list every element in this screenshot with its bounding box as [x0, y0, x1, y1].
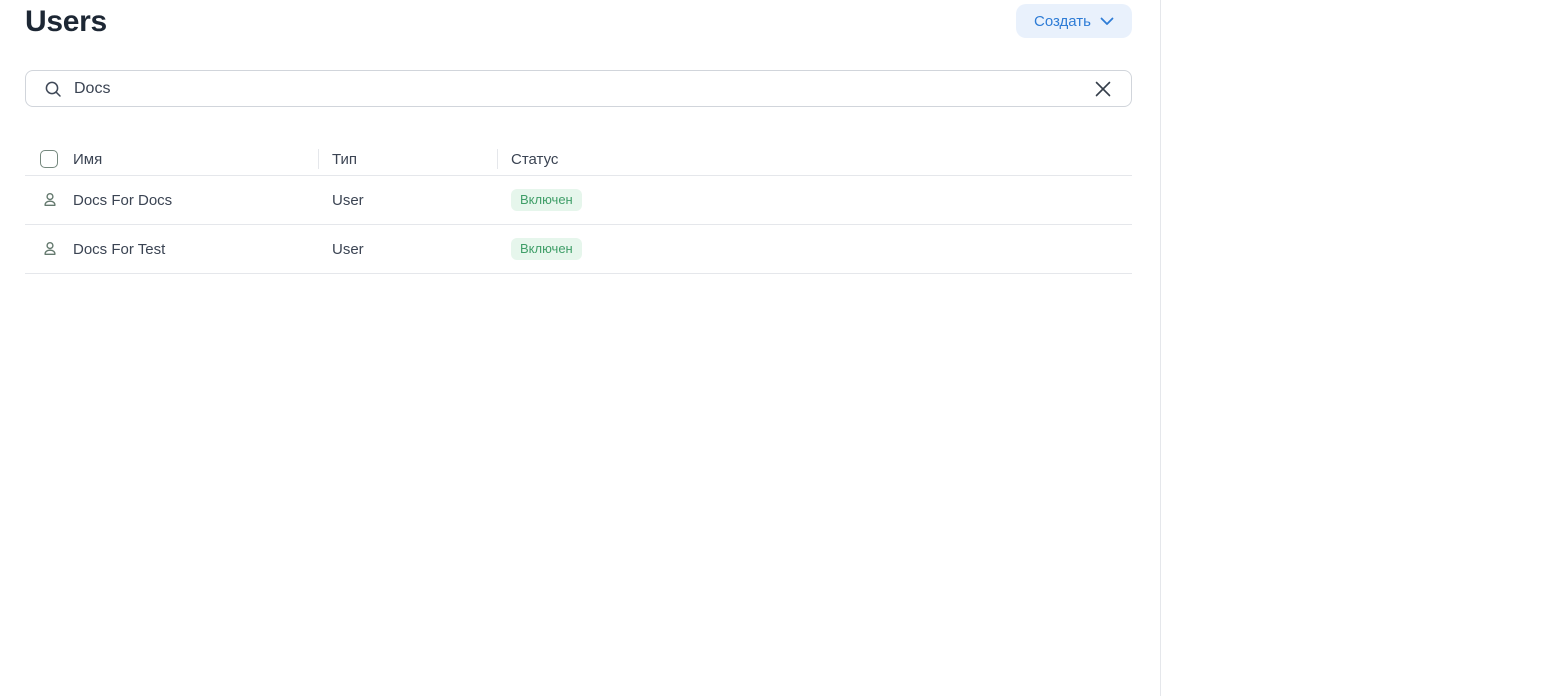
cell-status: Включен — [497, 238, 1132, 260]
cell-name: Docs For Test — [25, 241, 318, 258]
column-name: Имя — [25, 150, 318, 168]
column-header-type: Тип — [332, 151, 357, 168]
table-body: Docs For Docs User Включен Docs For Test… — [25, 176, 1132, 274]
users-table: Имя Тип Статус Docs For Docs User — [25, 143, 1132, 274]
search-bar — [25, 70, 1132, 107]
cell-status: Включен — [497, 189, 1132, 211]
user-icon — [42, 192, 58, 208]
column-header-name: Имя — [73, 151, 102, 168]
search-icon — [44, 80, 62, 98]
table-row[interactable]: Docs For Test User Включен — [25, 225, 1132, 274]
page-title: Users — [25, 4, 107, 40]
column-type: Тип — [318, 151, 497, 168]
right-panel — [1161, 0, 1548, 696]
app-root: Users Создать — [0, 0, 1548, 696]
clear-search-button[interactable] — [1089, 75, 1117, 103]
select-all-checkbox[interactable] — [40, 150, 58, 168]
column-status: Статус — [497, 151, 1132, 168]
status-badge: Включен — [511, 189, 582, 211]
cell-name: Docs For Docs — [25, 192, 318, 209]
user-type: User — [332, 192, 364, 209]
page-header: Users Создать — [25, 4, 1132, 40]
table-row[interactable]: Docs For Docs User Включен — [25, 176, 1132, 225]
cell-type: User — [318, 192, 497, 209]
column-header-status: Статус — [511, 151, 558, 168]
search-input[interactable] — [74, 71, 1089, 106]
user-name: Docs For Docs — [73, 192, 172, 209]
table-header: Имя Тип Статус — [25, 143, 1132, 176]
user-icon — [42, 241, 58, 257]
create-button[interactable]: Создать — [1016, 4, 1132, 38]
user-name: Docs For Test — [73, 241, 165, 258]
chevron-down-icon — [1100, 17, 1114, 26]
user-type: User — [332, 241, 364, 258]
cell-type: User — [318, 241, 497, 258]
close-icon — [1094, 80, 1112, 98]
status-badge: Включен — [511, 238, 582, 260]
main-panel: Users Создать — [0, 0, 1161, 696]
create-button-label: Создать — [1034, 13, 1091, 30]
